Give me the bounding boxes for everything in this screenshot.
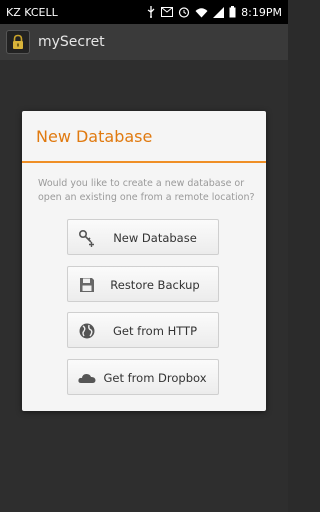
app-title: mySecret xyxy=(38,34,105,50)
signal-icon xyxy=(213,6,225,18)
mail-icon xyxy=(161,7,174,17)
get-from-http-label: Get from HTTP xyxy=(113,324,197,338)
usb-icon xyxy=(147,6,155,18)
get-from-dropbox-button[interactable]: Get from Dropbox xyxy=(67,359,219,395)
new-database-label: New Database xyxy=(113,231,197,245)
cloud-icon xyxy=(78,374,96,383)
status-bar: KZ KCELL 8:19PM xyxy=(0,0,288,24)
battery-icon xyxy=(229,6,236,18)
new-database-dialog: New Database Would you like to create a … xyxy=(22,111,266,411)
restore-backup-button[interactable]: Restore Backup xyxy=(67,266,219,302)
restore-backup-label: Restore Backup xyxy=(110,278,200,292)
get-from-http-button[interactable]: Get from HTTP xyxy=(67,312,219,348)
dialog-divider xyxy=(22,161,266,163)
globe-icon xyxy=(79,323,95,339)
clock: 8:19PM xyxy=(241,5,282,19)
status-icons: 8:19PM xyxy=(146,6,282,19)
key-add-icon xyxy=(78,229,94,247)
lock-icon[interactable] xyxy=(6,30,30,54)
wifi-icon xyxy=(195,7,208,17)
floppy-disk-icon xyxy=(80,278,94,292)
dialog-message: Would you like to create a new database … xyxy=(38,178,255,203)
dialog-title: New Database xyxy=(36,127,153,146)
alarm-icon xyxy=(179,7,190,18)
new-database-button[interactable]: New Database xyxy=(67,219,219,255)
action-bar: mySecret xyxy=(0,24,288,60)
get-from-dropbox-label: Get from Dropbox xyxy=(103,371,207,385)
carrier-label: KZ KCELL xyxy=(6,5,58,19)
